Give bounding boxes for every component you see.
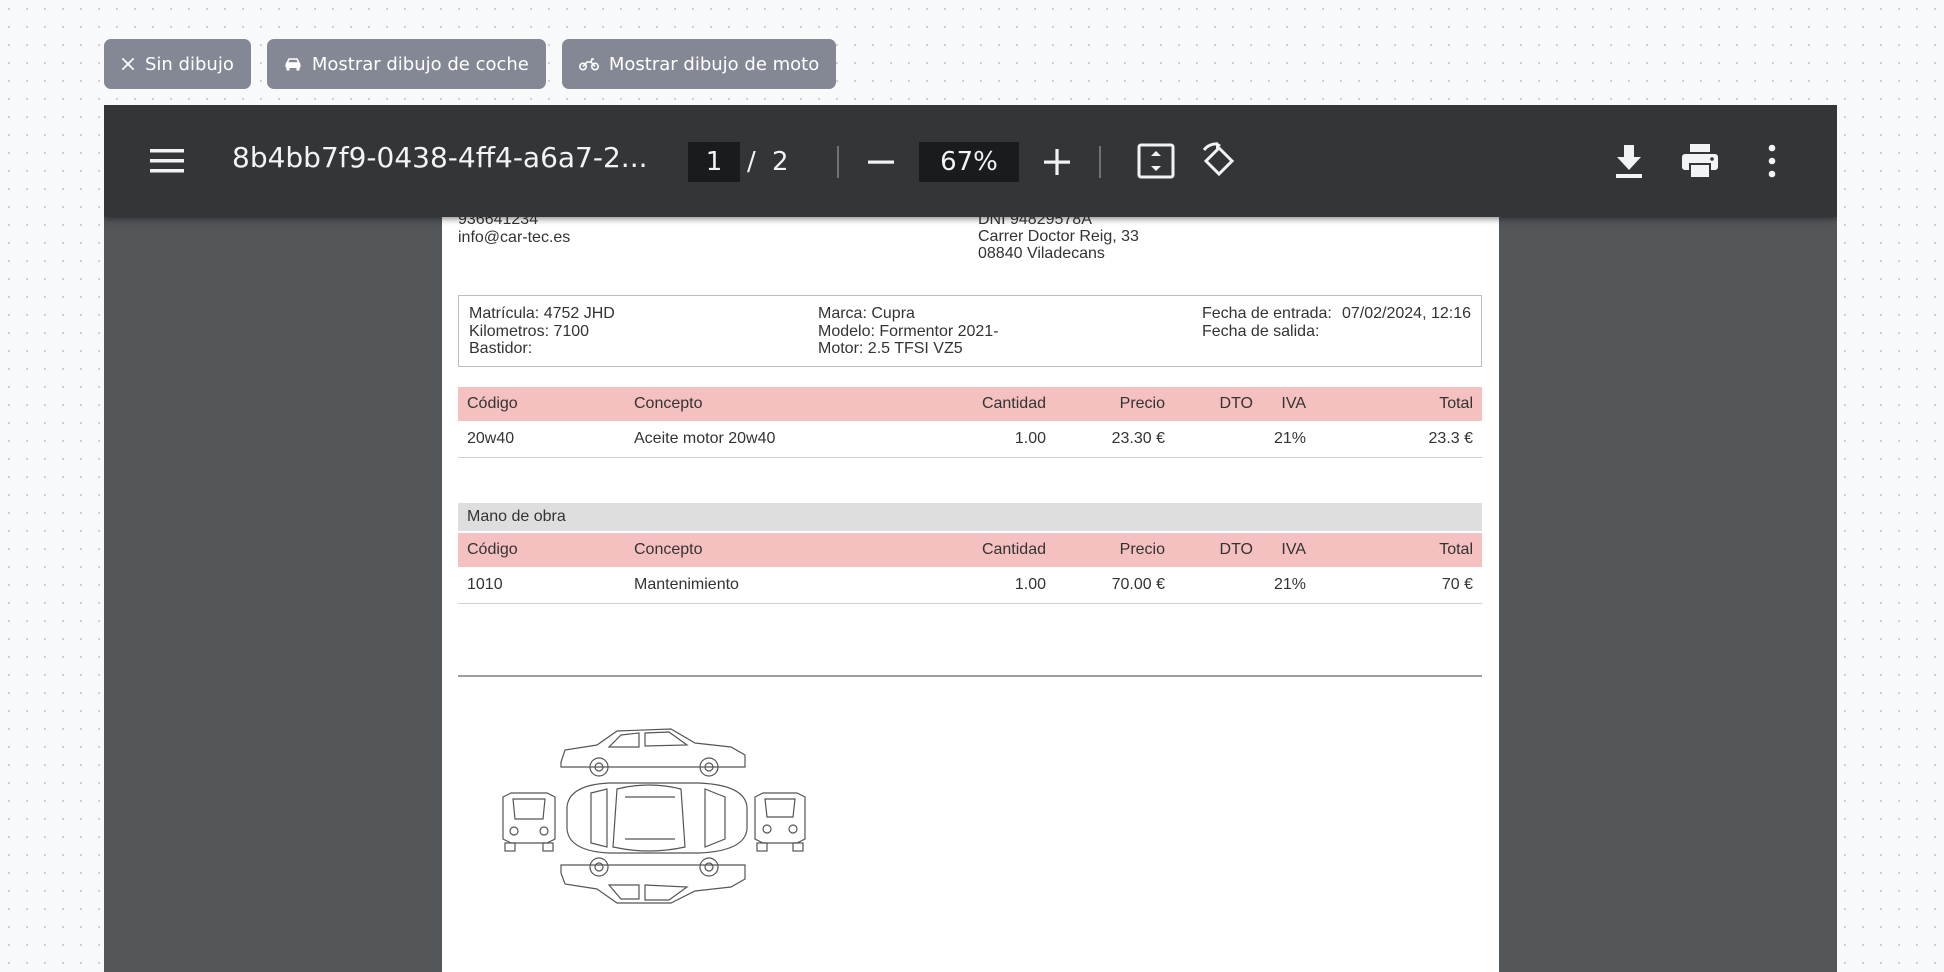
divider-line — [458, 675, 1482, 677]
minus-icon[interactable] — [866, 147, 896, 177]
car-damage-diagram — [502, 728, 806, 904]
row-concept: Mantenimiento — [634, 576, 739, 593]
download-icon[interactable] — [1613, 143, 1645, 179]
toolbar-divider — [837, 146, 839, 178]
col-concept: Concepto — [634, 541, 703, 558]
more-vertical-icon[interactable] — [1765, 143, 1779, 179]
client-city: 08840 Viladecans — [978, 245, 1105, 262]
col-concept: Concepto — [634, 395, 703, 412]
entry-date-value: 07/02/2024, 12:16 — [1342, 305, 1472, 322]
labour-section-title: Mano de obra — [458, 503, 1482, 531]
page-number-input[interactable]: 1 — [688, 142, 740, 182]
vehicle-chassis: Bastidor: — [469, 340, 533, 357]
table-row: 20w40 Aceite motor 20w40 1.00 23.30 € 21… — [458, 421, 1482, 458]
col-quantity: Cantidad — [981, 541, 1046, 558]
rotate-icon[interactable] — [1200, 142, 1238, 180]
vehicle-model: Modelo: Formentor 2021- — [818, 323, 999, 340]
total-pages: 2 — [772, 147, 789, 177]
vehicle-brand: Marca: Cupra — [818, 305, 915, 322]
col-vat: IVA — [1281, 541, 1306, 558]
row-quantity: 1.00 — [1014, 430, 1046, 447]
pdf-page: 936641234 info@car-tec.es DNI 94829578A … — [442, 105, 1499, 972]
row-concept: Aceite motor 20w40 — [634, 430, 776, 447]
no-drawing-button[interactable]: Sin dibujo — [104, 39, 251, 89]
exit-date-label: Fecha de salida: — [1202, 323, 1320, 340]
table-header: Código Concepto Cantidad Precio DTO IVA … — [458, 533, 1482, 567]
row-total: 70 € — [1441, 576, 1473, 593]
labour-table: Código Concepto Cantidad Precio DTO IVA … — [458, 533, 1482, 604]
col-total: Total — [1439, 541, 1473, 558]
menu-icon[interactable] — [150, 147, 184, 175]
document-title: 8b4bb7f9-0438-4ff4-a6a7-2... — [232, 141, 648, 174]
pdf-toolbar: 8b4bb7f9-0438-4ff4-a6a7-2... 1 / 2 67% — [104, 105, 1837, 217]
col-discount: DTO — [1219, 395, 1253, 412]
row-code: 1010 — [467, 576, 503, 593]
col-price: Precio — [1119, 395, 1165, 412]
show-car-label: Mostrar dibujo de coche — [311, 53, 529, 75]
row-quantity: 1.00 — [1014, 576, 1046, 593]
col-code: Código — [467, 541, 518, 558]
row-price: 70.00 € — [1111, 576, 1165, 593]
vehicle-info-box: Matrícula: 4752 JHD Kilometros: 7100 Bas… — [458, 295, 1482, 367]
no-drawing-label: Sin dibujo — [145, 53, 234, 75]
show-moto-label: Mostrar dibujo de moto — [608, 53, 820, 75]
row-total: 23.3 € — [1428, 430, 1473, 447]
vehicle-engine: Motor: 2.5 TFSI VZ5 — [818, 340, 963, 357]
toolbar-divider — [1099, 146, 1101, 178]
entry-date-label: Fecha de entrada: — [1202, 305, 1332, 322]
motorcycle-icon — [578, 58, 599, 71]
plus-icon[interactable] — [1042, 147, 1072, 177]
table-header: Código Concepto Cantidad Precio DTO IVA … — [458, 387, 1482, 421]
vehicle-km: Kilometros: 7100 — [469, 323, 590, 340]
row-code: 20w40 — [467, 430, 515, 447]
client-address: Carrer Doctor Reig, 33 — [978, 228, 1139, 245]
col-discount: DTO — [1219, 541, 1253, 558]
row-price: 23.30 € — [1111, 430, 1165, 447]
col-code: Código — [467, 395, 518, 412]
company-email: info@car-tec.es — [458, 229, 571, 246]
print-icon[interactable] — [1681, 143, 1719, 179]
parts-table: Código Concepto Cantidad Precio DTO IVA … — [458, 387, 1482, 458]
zoom-input[interactable]: 67% — [919, 142, 1019, 182]
pdf-viewer: 8b4bb7f9-0438-4ff4-a6a7-2... 1 / 2 67% 9… — [104, 105, 1837, 972]
show-car-button[interactable]: Mostrar dibujo de coche — [266, 39, 546, 89]
show-moto-button[interactable]: Mostrar dibujo de moto — [561, 39, 837, 89]
car-icon — [285, 58, 301, 71]
col-vat: IVA — [1281, 395, 1306, 412]
vehicle-plate: Matrícula: 4752 JHD — [469, 305, 615, 322]
col-price: Precio — [1119, 541, 1165, 558]
labour-title: Mano de obra — [467, 508, 566, 525]
col-quantity: Cantidad — [981, 395, 1046, 412]
drawing-options: Sin dibujo Mostrar dibujo de coche Mostr… — [104, 39, 837, 89]
fit-page-icon[interactable] — [1137, 143, 1175, 179]
row-vat: 21% — [1273, 430, 1306, 447]
table-row: 1010 Mantenimiento 1.00 70.00 € 21% 70 € — [458, 567, 1482, 604]
row-vat: 21% — [1273, 576, 1306, 593]
col-total: Total — [1439, 395, 1473, 412]
page-separator: / — [747, 147, 756, 177]
close-icon — [122, 58, 134, 70]
